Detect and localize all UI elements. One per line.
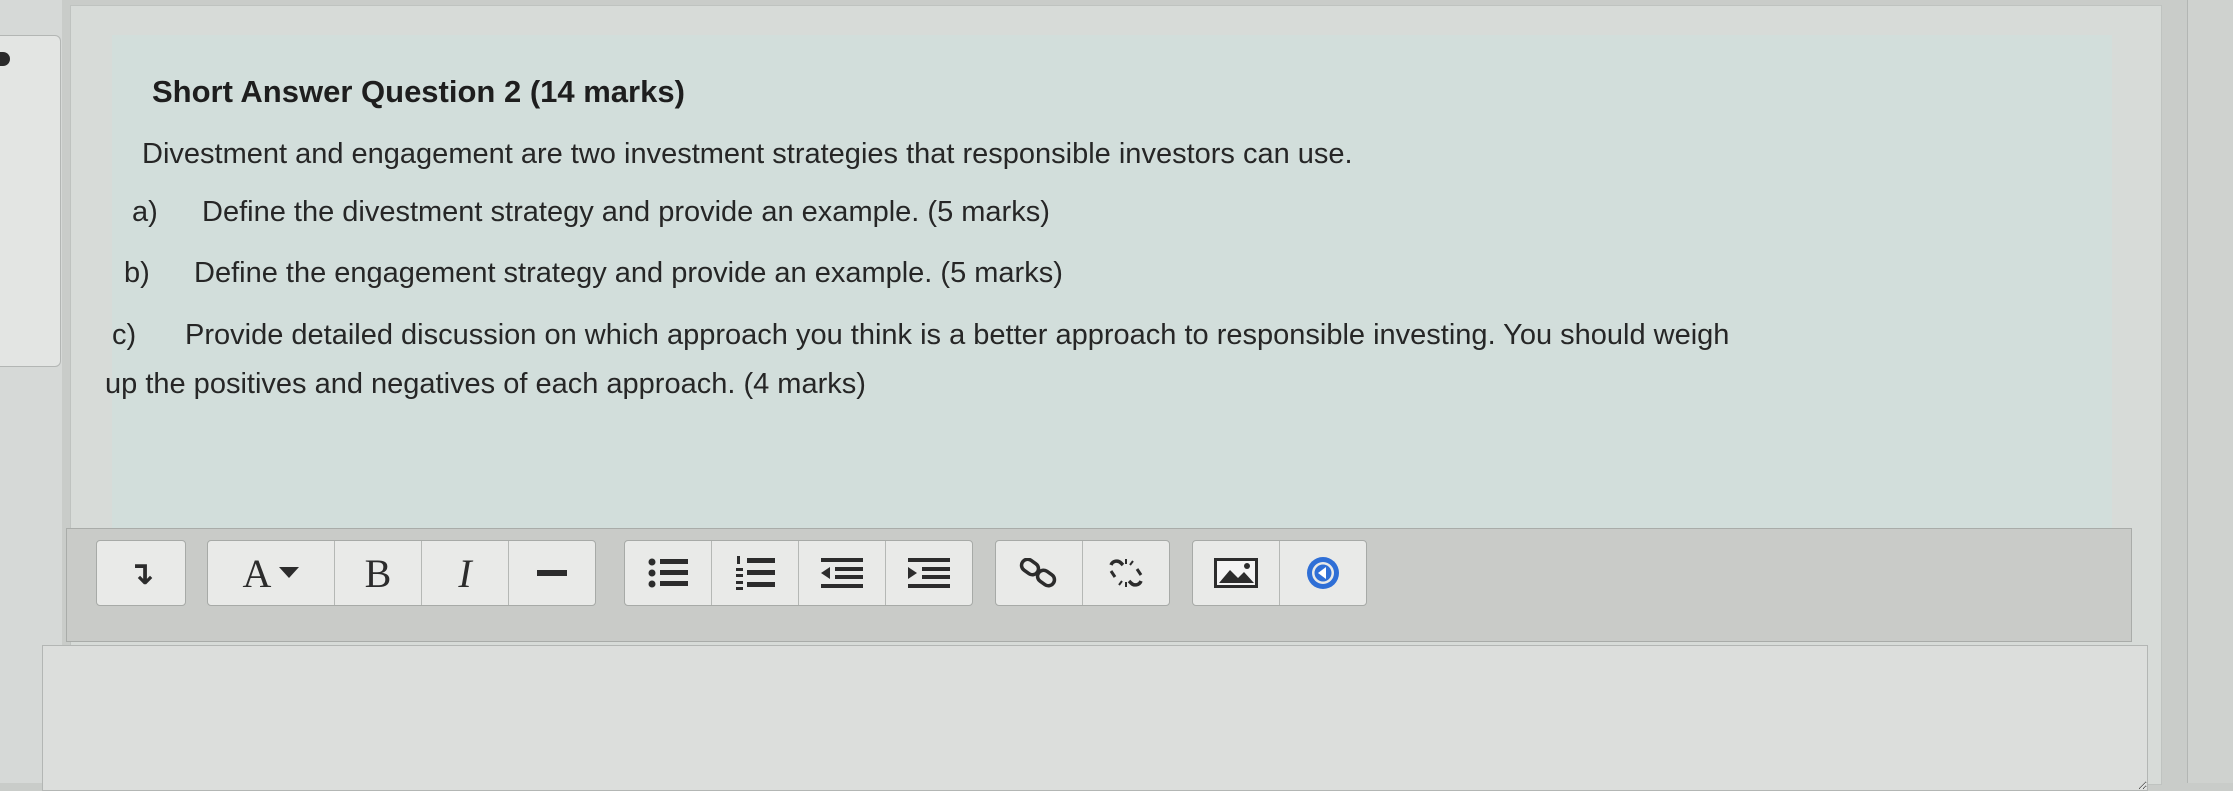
indent-button[interactable] — [886, 541, 972, 605]
italic-button[interactable]: I — [422, 541, 509, 605]
numbered-list-icon — [736, 556, 775, 590]
link-button[interactable] — [996, 541, 1083, 605]
toolbar-group-links — [995, 540, 1170, 606]
question-part-c-continuation: up the positives and negatives of each a… — [105, 368, 866, 400]
question-intro: Divestment and engagement are two invest… — [142, 138, 1353, 170]
question-part-a: a) Define the divestment strategy and pro… — [132, 196, 1050, 229]
unlink-icon — [1109, 559, 1143, 587]
italic-icon: I — [458, 550, 472, 596]
outdent-button[interactable] — [799, 541, 886, 605]
toolbar-group-text-style: A B I — [207, 540, 596, 606]
part-a-text: Define the divestment strategy and provi… — [202, 196, 1050, 228]
toolbar-group-media — [1192, 540, 1367, 606]
horizontal-rule-button[interactable] — [509, 541, 595, 605]
bullet-list-button[interactable] — [625, 541, 712, 605]
answer-textarea[interactable] — [42, 645, 2148, 791]
part-a-label: a) — [132, 196, 158, 228]
outdent-icon — [821, 558, 863, 588]
question-part-b: b) Define the engagement strategy and pro… — [124, 257, 1063, 290]
part-b-text: Define the engagement strategy and provi… — [194, 257, 1063, 289]
part-c-text: Provide detailed discussion on which app… — [185, 319, 1730, 351]
question-title-bold: Short Answer — [152, 74, 353, 109]
question-part-c: c) Provide detailed discussion on which a… — [112, 319, 1729, 352]
right-page-edge — [2187, 0, 2233, 783]
image-icon — [1214, 558, 1258, 588]
bullet-list-icon — [648, 558, 688, 588]
question-title-rest: Question 2 (14 marks) — [361, 74, 685, 109]
media-icon — [1307, 557, 1339, 589]
toolbar-group-lists — [624, 540, 973, 606]
unlink-button[interactable] — [1083, 541, 1169, 605]
previous-card-edge — [0, 35, 61, 367]
font-style-button[interactable]: A — [208, 541, 335, 605]
paragraph-format-icon: ↴ — [127, 554, 155, 592]
bold-icon: B — [364, 550, 392, 596]
link-icon — [1019, 558, 1057, 588]
horizontal-rule-icon — [537, 570, 567, 576]
insert-media-button[interactable] — [1280, 541, 1366, 605]
part-b-label: b) — [124, 257, 150, 289]
indent-icon — [908, 558, 950, 588]
bold-button[interactable]: B — [335, 541, 422, 605]
toolbar-group-format: ↴ — [96, 540, 186, 606]
question-title: Short Answer Question 2 (14 marks) — [152, 74, 685, 110]
font-style-icon: A — [242, 550, 272, 596]
paragraph-format-button[interactable]: ↴ — [97, 541, 185, 605]
part-c-label: c) — [112, 319, 137, 351]
insert-image-button[interactable] — [1193, 541, 1280, 605]
numbered-list-button[interactable] — [712, 541, 799, 605]
chevron-down-icon — [279, 567, 300, 578]
